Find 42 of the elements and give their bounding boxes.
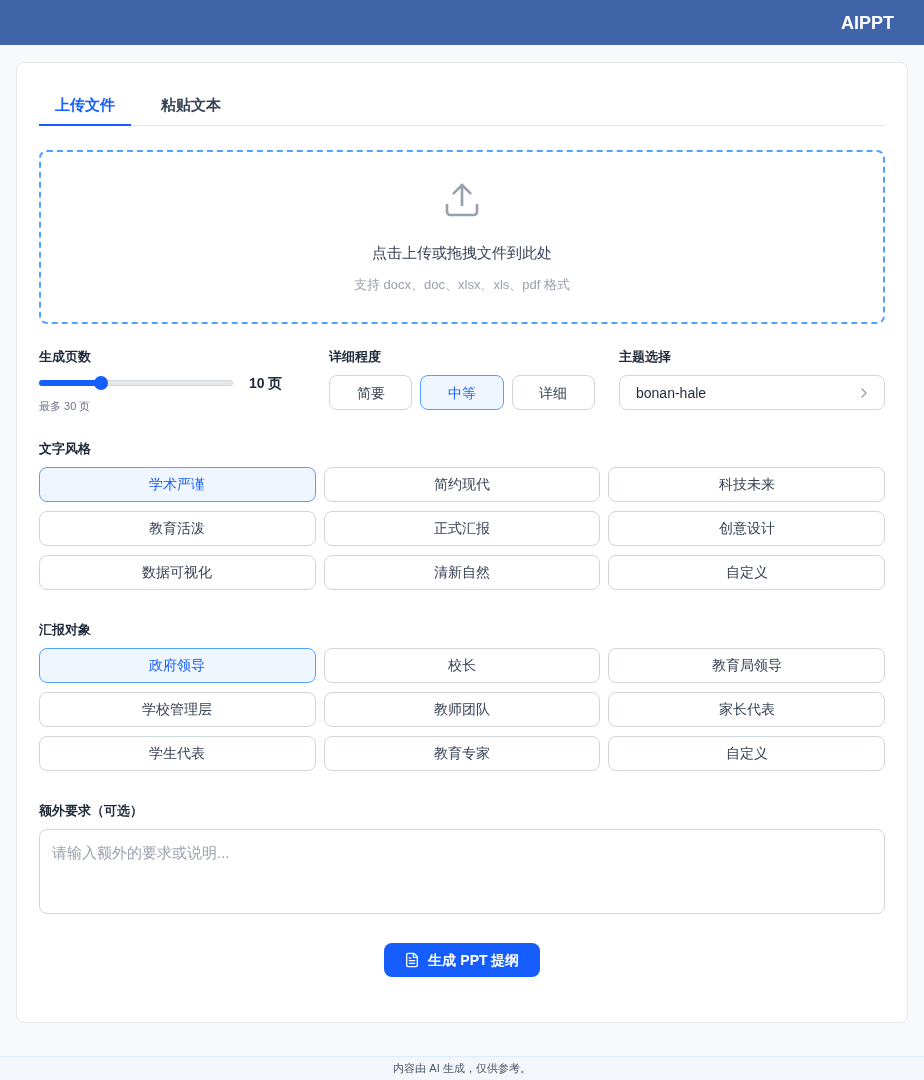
option-button[interactable]: 学术严谨 [39,466,316,502]
app-title: AIPPT [841,11,894,35]
option-button[interactable]: 清新自然 [323,554,601,590]
upload-dropzone[interactable]: 点击上传或拖拽文件到此处 支持 docx、doc、xlsx、xls、pdf 格式 [39,150,885,324]
option-button[interactable]: 中等 [420,375,504,410]
option-button[interactable]: 自定义 [608,554,885,590]
slider-track[interactable] [39,376,233,390]
option-button[interactable]: 科技未来 [608,466,885,502]
option-button[interactable]: 学校管理层 [39,691,316,727]
option-button[interactable]: 简约现代 [323,466,601,502]
option-button[interactable]: 教育活泼 [39,510,316,546]
option-button[interactable]: 学生代表 [39,735,316,771]
option-button[interactable]: 教育专家 [323,735,601,771]
option-button[interactable]: 数据可视化 [39,554,316,590]
generate-button[interactable]: 生成 PPT 提纲 [384,942,540,977]
section-label: 额外要求（可选） [39,801,144,820]
section-label: 主题选择 [619,348,672,366]
section-label: 详细程度 [329,348,382,366]
tab[interactable]: 上传文件 [39,86,131,126]
document-icon [404,951,421,968]
tab[interactable]: 粘贴文本 [145,86,237,126]
theme-select[interactable]: bonan-hale [619,375,885,410]
option-button[interactable]: 政府领导 [39,647,316,683]
section-label: 文字风格 [39,439,92,458]
option-button[interactable]: 家长代表 [608,691,885,727]
section-label: 生成页数 [39,348,92,366]
option-button[interactable]: 自定义 [608,735,885,771]
option-button[interactable]: 校长 [323,647,601,683]
slider-thumb[interactable] [94,376,109,390]
option-button[interactable]: 简要 [329,375,413,410]
footer-note: 内容由 AI 生成，仅供参考。 [393,1061,531,1077]
option-button[interactable]: 创意设计 [608,510,885,546]
extra-requirements-field[interactable]: 请输入额外的要求或说明... [39,828,885,914]
option-button[interactable]: 详细 [511,375,595,410]
section-label: 汇报对象 [39,620,92,639]
option-button[interactable]: 正式汇报 [323,510,601,546]
option-button[interactable]: 教育局领导 [608,647,885,683]
page-count-value: 10 页 [249,374,283,393]
upload-formats: 支持 docx、doc、xlsx、xls、pdf 格式 [354,275,570,294]
upload-prompt: 点击上传或拖拽文件到此处 [372,243,552,263]
option-button[interactable]: 教师团队 [323,691,601,727]
page-count-note: 最多 30 页 [39,399,92,414]
